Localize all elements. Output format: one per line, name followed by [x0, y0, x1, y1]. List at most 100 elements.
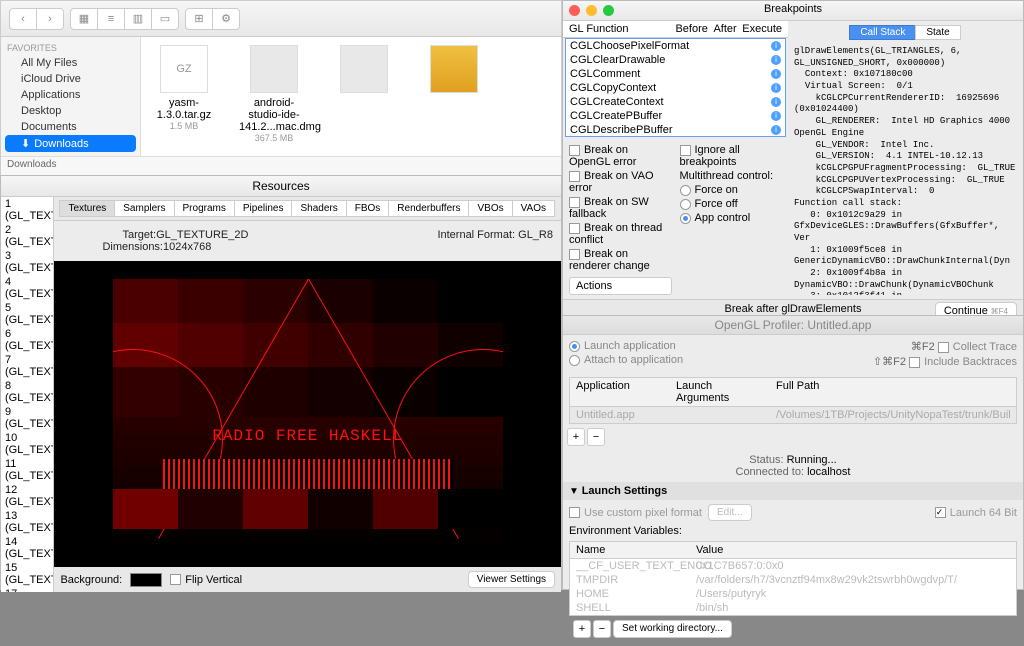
- file-item[interactable]: android-studio-ide-141.2...mac.dmg 367.5…: [239, 45, 309, 143]
- callstack-tab[interactable]: Call Stack: [849, 25, 916, 40]
- view-coverflow-button[interactable]: ▭: [151, 8, 179, 30]
- launch-64bit-checkbox[interactable]: Launch 64 Bit: [935, 506, 1017, 520]
- launch-settings-header[interactable]: ▼ Launch Settings: [563, 482, 1023, 500]
- env-row[interactable]: TMPDIR/var/folders/h7/3vcnztf94mx8w29vk2…: [570, 573, 1016, 587]
- tab-shaders[interactable]: Shaders: [291, 200, 346, 217]
- function-row[interactable]: CGLChoosePixelFormati: [566, 39, 785, 53]
- texture-list-item[interactable]: 6 (GL_TEXTURE_2D): [1, 327, 53, 353]
- force-on-radio[interactable]: Force on: [680, 183, 783, 197]
- break-vao-checkbox[interactable]: Break on VAO error: [569, 169, 672, 195]
- finder-files[interactable]: GZ yasm-1.3.0.tar.gz 1.5 MB android-stud…: [141, 37, 561, 156]
- texture-list[interactable]: 1 (GL_TEXTURE_2D)2 (GL_TEXTURE_2D)3 (GL_…: [1, 197, 54, 592]
- texture-list-item[interactable]: 7 (GL_TEXTURE_2D): [1, 353, 53, 379]
- texture-list-item[interactable]: 3 (GL_TEXTURE_2D): [1, 249, 53, 275]
- arrange-button[interactable]: ⊞: [185, 8, 213, 30]
- action-button[interactable]: ⚙: [212, 8, 240, 30]
- tab-pipelines[interactable]: Pipelines: [234, 200, 293, 217]
- minimize-button[interactable]: [586, 5, 597, 16]
- tab-samplers[interactable]: Samplers: [114, 200, 174, 217]
- edit-pixelformat-button[interactable]: Edit...: [708, 504, 752, 521]
- tab-vbos[interactable]: VBOs: [468, 200, 512, 217]
- env-row[interactable]: HOME/Users/putyryk: [570, 587, 1016, 601]
- view-list-button[interactable]: ≡: [97, 8, 125, 30]
- add-env-button[interactable]: +: [573, 620, 591, 638]
- file-item[interactable]: GZ yasm-1.3.0.tar.gz 1.5 MB: [149, 45, 219, 131]
- file-size: 1.5 MB: [149, 121, 219, 131]
- texture-list-item[interactable]: 11 (GL_TEXTURE_2D): [1, 457, 53, 483]
- tab-renderbuffers[interactable]: Renderbuffers: [388, 200, 469, 217]
- break-sw-checkbox[interactable]: Break on SW fallback: [569, 195, 672, 221]
- attach-app-radio[interactable]: Attach to application: [569, 353, 873, 367]
- actions-select[interactable]: Actions: [569, 277, 672, 295]
- traffic-lights[interactable]: [569, 5, 614, 16]
- sidebar-item-allmyfiles[interactable]: All My Files: [1, 55, 140, 71]
- break-thread-checkbox[interactable]: Break on thread conflict: [569, 221, 672, 247]
- include-backtraces-checkbox[interactable]: ⇧⌘F2 Include Backtraces: [873, 354, 1017, 369]
- view-icons-button[interactable]: ▦: [70, 8, 98, 30]
- texture-list-item[interactable]: 1 (GL_TEXTURE_2D): [1, 197, 53, 223]
- texture-list-item[interactable]: 8 (GL_TEXTURE_2D): [1, 379, 53, 405]
- force-off-radio[interactable]: Force off: [680, 197, 783, 211]
- texture-text-overlay: RADIO FREE HASKELL: [113, 427, 503, 445]
- close-button[interactable]: [569, 5, 580, 16]
- forward-button[interactable]: ›: [36, 8, 64, 30]
- function-row[interactable]: CGLCreatePBufferi: [566, 109, 785, 123]
- file-item[interactable]: [419, 45, 489, 97]
- view-columns-button[interactable]: ▥: [124, 8, 152, 30]
- viewer-settings-button[interactable]: Viewer Settings: [468, 571, 555, 588]
- app-control-radio[interactable]: App control: [680, 211, 783, 225]
- function-row[interactable]: CGLCreateContexti: [566, 95, 785, 109]
- file-item[interactable]: [329, 45, 399, 97]
- window-titlebar[interactable]: Breakpoints: [563, 1, 1023, 21]
- table-row[interactable]: Untitled.app /Volumes/1TB/Projects/Unity…: [570, 407, 1016, 423]
- texture-list-item[interactable]: 5 (GL_TEXTURE_2D): [1, 301, 53, 327]
- finder-pathbar[interactable]: Downloads: [1, 156, 561, 176]
- back-button[interactable]: ‹: [9, 8, 37, 30]
- launch-app-radio[interactable]: Launch application: [569, 339, 873, 353]
- background-swatch[interactable]: [130, 573, 162, 587]
- format-label: Internal Format: GL_R8: [437, 229, 553, 241]
- texture-list-item[interactable]: 15 (GL_TEXTURE_2D): [1, 561, 53, 587]
- sidebar-item-applications[interactable]: Applications: [1, 87, 140, 103]
- sidebar-item-documents[interactable]: Documents: [1, 119, 140, 135]
- env-vars-table[interactable]: NameValue __CF_USER_TEXT_ENCO0x1C7B657:0…: [569, 541, 1017, 616]
- add-app-button[interactable]: +: [567, 428, 585, 446]
- function-row[interactable]: CGLClearDrawablei: [566, 53, 785, 67]
- texture-list-item[interactable]: 9 (GL_TEXT..._CUBE_MAP): [1, 405, 53, 431]
- texture-list-item[interactable]: 14 (GL_TEXTURE_2D): [1, 535, 53, 561]
- texture-list-item[interactable]: 10 (GL_TEXTURE_2D): [1, 431, 53, 457]
- tab-vaos[interactable]: VAOs: [512, 200, 555, 217]
- env-row[interactable]: SHELL/bin/sh: [570, 601, 1016, 615]
- sidebar-item-downloads[interactable]: ⬇Downloads: [5, 135, 136, 152]
- texture-list-item[interactable]: 2 (GL_TEXTURE_2D): [1, 223, 53, 249]
- texture-list-item[interactable]: 12 (GL_TEXTURE_3D): [1, 483, 53, 509]
- set-working-dir-button[interactable]: Set working directory...: [613, 620, 732, 638]
- function-list[interactable]: CGLChoosePixelFormatiCGLClearDrawableiCG…: [565, 38, 786, 137]
- tab-programs[interactable]: Programs: [174, 200, 235, 217]
- function-list-header: GL Function Before After Execute: [563, 21, 788, 38]
- break-gl-checkbox[interactable]: Break on OpenGL error: [569, 143, 672, 169]
- function-row[interactable]: CGLDescribePBufferi: [566, 123, 785, 137]
- tab-fbos[interactable]: FBOs: [346, 200, 390, 217]
- window-title: OpenGL Profiler: Untitled.app: [563, 316, 1023, 335]
- function-row[interactable]: CGLCommenti: [566, 67, 785, 81]
- tab-textures[interactable]: Textures: [59, 200, 115, 217]
- zoom-button[interactable]: [603, 5, 614, 16]
- flip-vertical-checkbox[interactable]: Flip Vertical: [170, 574, 242, 586]
- custom-pixelformat-checkbox[interactable]: Use custom pixel format: [569, 506, 702, 520]
- env-row[interactable]: __CF_USER_TEXT_ENCO0x1C7B657:0:0x0: [570, 559, 1016, 573]
- function-row[interactable]: CGLCopyContexti: [566, 81, 785, 95]
- app-table[interactable]: Application Launch Arguments Full Path U…: [569, 377, 1017, 424]
- collect-trace-checkbox[interactable]: ⌘F2 Collect Trace: [873, 339, 1017, 354]
- state-tab[interactable]: State: [915, 25, 960, 40]
- texture-viewer[interactable]: RADIO FREE HASKELL: [54, 261, 561, 567]
- break-renderer-checkbox[interactable]: Break on renderer change: [569, 247, 672, 273]
- sidebar-item-icloud[interactable]: iCloud Drive: [1, 71, 140, 87]
- ignore-checkbox[interactable]: Ignore all breakpoints: [680, 143, 783, 169]
- sidebar-item-desktop[interactable]: Desktop: [1, 103, 140, 119]
- texture-list-item[interactable]: 4 (GL_TEXTURE_2D): [1, 275, 53, 301]
- remove-env-button[interactable]: −: [593, 620, 611, 638]
- remove-app-button[interactable]: −: [587, 428, 605, 446]
- texture-list-item[interactable]: 13 (GL_TEXT..._CUBE_MAP): [1, 509, 53, 535]
- call-stack-text[interactable]: glDrawElements(GL_TRIANGLES, 6, GL_UNSIG…: [792, 44, 1019, 295]
